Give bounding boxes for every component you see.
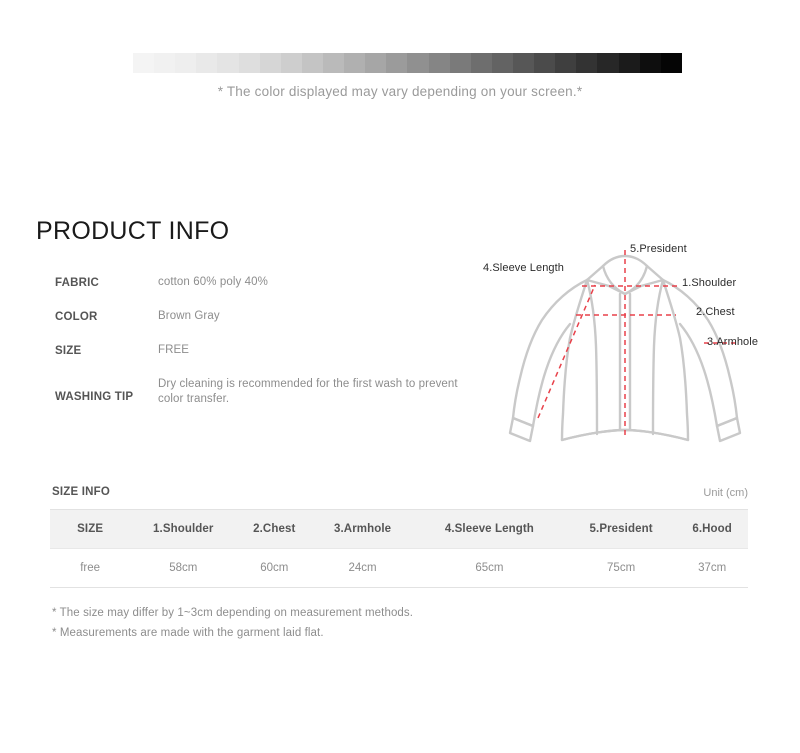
size-cell-size: free [80, 562, 101, 574]
measure-line-sleeve-length [537, 284, 596, 419]
color-swatch-section: * The color displayed may vary depending… [0, 0, 800, 120]
color-swatch-7 [280, 53, 302, 73]
size-table-header-hood: 6.Hood [676, 509, 748, 549]
size-cell-armhole: 24cm [348, 562, 377, 574]
color-swatch-25 [660, 53, 682, 73]
size-unit-label: Unit (cm) [703, 487, 748, 499]
color-swatch-18 [512, 53, 535, 73]
color-swatch-12 [386, 53, 408, 73]
spec-row-washing-tip: WASHING TIP Dry cleaning is recommended … [55, 377, 475, 407]
color-swatch-17 [491, 53, 513, 73]
diagram-label-shoulder: 1.Shoulder [682, 277, 737, 289]
table-row: free 58cm 60cm 24cm 65cm 75cm 37cm [50, 549, 748, 588]
diagram-label-president: 5.President [630, 243, 687, 255]
spec-label-washing-tip: WASHING TIP [55, 391, 134, 403]
spec-label-size: SIZE [55, 345, 82, 357]
spec-value-washing-tip: Dry cleaning is recommended for the firs… [158, 378, 458, 405]
size-table-header-sleeve-length: 4.Sleeve Length [412, 509, 566, 549]
color-disclaimer-text: * The color displayed may vary depending… [217, 84, 583, 99]
size-info-label: SIZE INFO [52, 486, 111, 498]
color-swatch-20 [555, 53, 577, 73]
color-swatch-0 [133, 53, 155, 73]
size-table-header-shoulder: 1.Shoulder [130, 509, 237, 549]
color-swatch-3 [196, 53, 218, 73]
spec-value-color: Brown Gray [158, 310, 220, 322]
size-note-measurement-method: * Measurements are made with the garment… [52, 627, 324, 639]
color-swatch-22 [597, 53, 619, 73]
diagram-label-armhole: 3.Armhole [707, 336, 759, 348]
size-cell-chest: 60cm [260, 562, 289, 574]
color-swatch-16 [470, 53, 492, 73]
color-swatch-21 [576, 53, 598, 73]
color-swatch-13 [407, 53, 429, 73]
color-swatch-6 [259, 53, 281, 73]
size-table-header-row: SIZE 1.Shoulder 2.Chest 3.Armhole 4.Slee… [50, 509, 748, 549]
spec-value-fabric: cotton 60% poly 40% [158, 276, 268, 288]
diagram-label-chest: 2.Chest [696, 306, 735, 318]
color-gradient-strip [133, 53, 682, 73]
spec-label-color: COLOR [55, 311, 98, 323]
size-info-header: SIZE INFO Unit (cm) [52, 486, 748, 502]
color-swatch-8 [301, 53, 323, 73]
size-note-tolerance: * The size may differ by 1~3cm depending… [52, 607, 414, 619]
spec-value-size: FREE [158, 344, 190, 356]
color-swatch-14 [428, 53, 450, 73]
size-cell-shoulder: 58cm [169, 562, 198, 574]
spec-row-size: SIZE FREE [55, 343, 475, 359]
size-table-header-armhole: 3.Armhole [312, 509, 413, 549]
garment-measurement-diagram: 5.President 4.Sleeve Length 1.Shoulder 2… [470, 236, 780, 456]
diagram-label-sleeve-length: 4.Sleeve Length [483, 262, 565, 274]
size-cell-sleeve-length: 65cm [475, 562, 504, 574]
color-swatch-23 [618, 53, 640, 73]
color-swatch-4 [217, 53, 239, 73]
color-swatch-11 [365, 53, 387, 73]
spec-label-fabric: FABRIC [55, 277, 100, 289]
color-swatch-9 [322, 53, 345, 73]
size-table-header-size: SIZE [50, 509, 131, 549]
size-info-notes: * The size may differ by 1~3cm depending… [52, 603, 552, 643]
size-cell-president: 75cm [607, 562, 636, 574]
color-swatch-1 [154, 53, 176, 73]
size-table-header-chest: 2.Chest [236, 509, 313, 549]
color-swatch-10 [344, 53, 366, 73]
color-swatch-2 [175, 53, 197, 73]
product-info-title: PRODUCT INFO [36, 216, 230, 245]
size-cell-hood: 37cm [698, 562, 727, 574]
color-swatch-5 [238, 53, 260, 73]
size-table-header-president: 5.President [565, 509, 677, 549]
color-swatch-15 [449, 53, 471, 73]
color-swatch-24 [639, 53, 661, 73]
color-swatch-19 [534, 53, 556, 73]
product-spec-list: FABRIC cotton 60% poly 40% COLOR Brown G… [55, 275, 475, 407]
size-info-table: SIZE 1.Shoulder 2.Chest 3.Armhole 4.Slee… [50, 509, 748, 588]
spec-row-fabric: FABRIC cotton 60% poly 40% [55, 275, 475, 291]
spec-row-color: COLOR Brown Gray [55, 309, 475, 325]
